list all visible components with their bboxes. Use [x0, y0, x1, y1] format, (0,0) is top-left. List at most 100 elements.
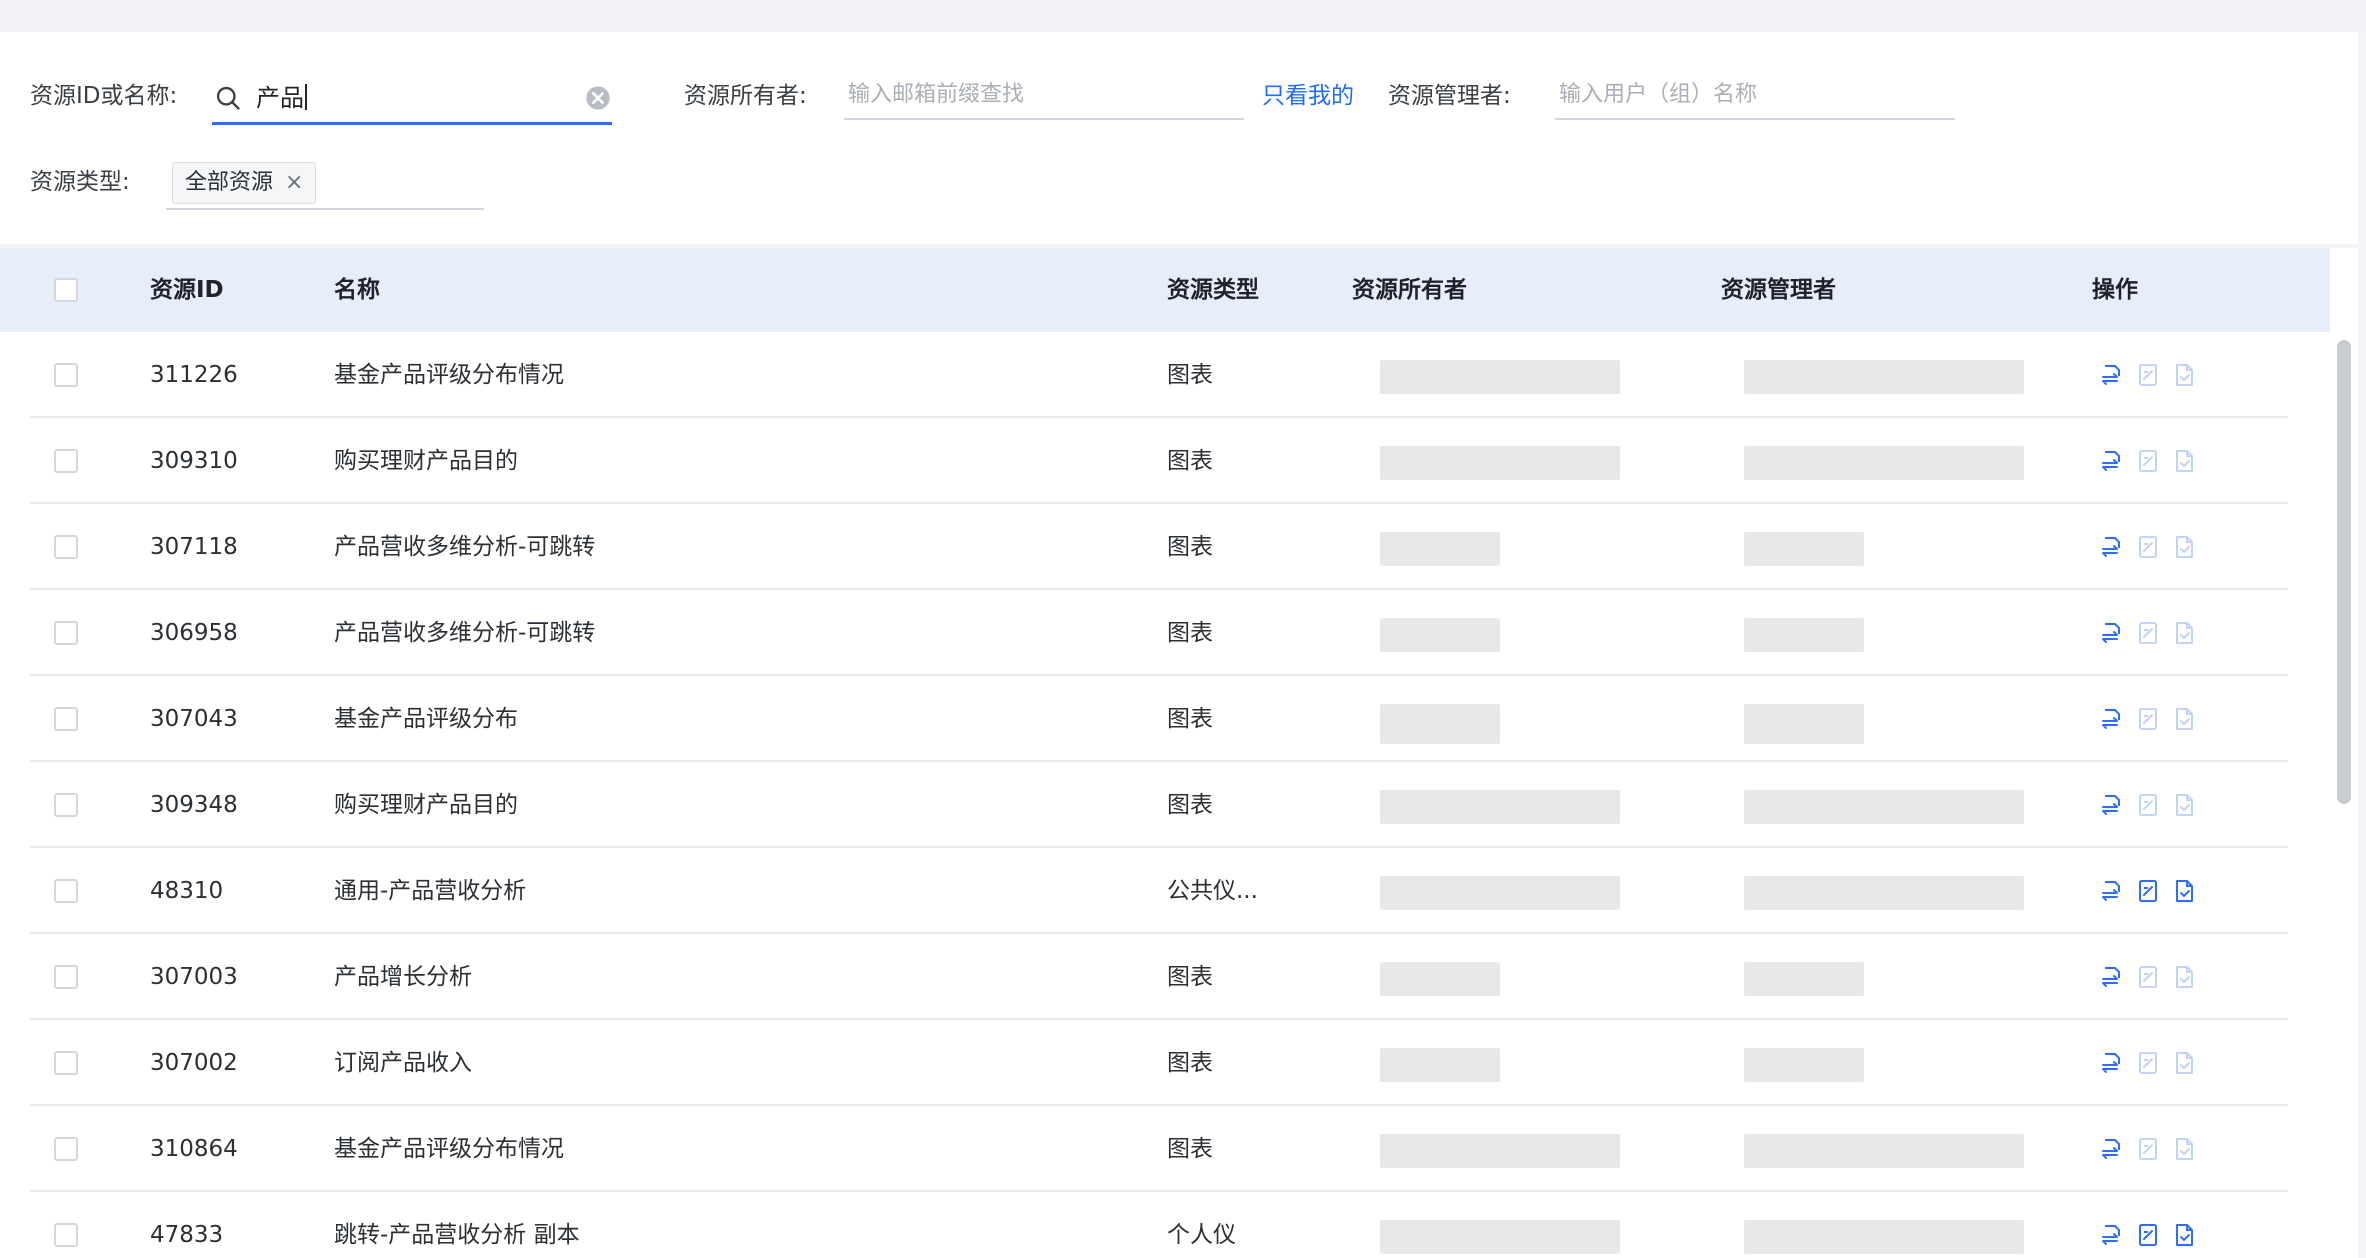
row-actions [2100, 448, 2196, 474]
document-icon[interactable] [2172, 1222, 2196, 1248]
table-row: 307002 订阅产品收入 图表 [0, 1020, 2330, 1106]
vertical-scrollbar[interactable] [2334, 334, 2354, 1258]
document-icon[interactable] [2172, 706, 2196, 732]
top-strip [0, 0, 2366, 32]
cell-type: 图表 [1167, 362, 1213, 388]
edit-permission-icon[interactable] [2136, 792, 2160, 818]
redacted-block [1380, 704, 1500, 744]
type-select[interactable]: 全部资源 × [166, 162, 484, 210]
document-icon[interactable] [2172, 1050, 2196, 1076]
row-checkbox[interactable] [54, 879, 78, 903]
cell-id: 307043 [150, 706, 238, 732]
cell-name: 产品营收多维分析-可跳转 [334, 620, 596, 646]
document-icon[interactable] [2172, 792, 2196, 818]
col-header-manager: 资源管理者 [1721, 277, 1836, 303]
col-header-type: 资源类型 [1167, 277, 1259, 303]
manager-input[interactable] [1555, 76, 1963, 120]
cell-id: 306958 [150, 620, 238, 646]
scrollbar-thumb[interactable] [2337, 340, 2351, 804]
redacted-block [1744, 1220, 2024, 1254]
cell-name: 基金产品评级分布情况 [334, 362, 564, 388]
document-icon[interactable] [2172, 964, 2196, 990]
table-row: 307003 产品增长分析 图表 [0, 934, 2330, 1020]
transfer-owner-icon[interactable] [2100, 362, 2124, 388]
only-mine-link[interactable]: 只看我的 [1262, 78, 1354, 114]
row-actions [2100, 792, 2196, 818]
redacted-block [1744, 1048, 1864, 1082]
transfer-owner-icon[interactable] [2100, 1050, 2124, 1076]
cell-name: 基金产品评级分布情况 [334, 1136, 564, 1162]
document-icon[interactable] [2172, 1136, 2196, 1162]
transfer-owner-icon[interactable] [2100, 1222, 2124, 1248]
col-header-owner: 资源所有者 [1352, 277, 1467, 303]
redacted-block [1744, 618, 1864, 652]
redacted-block [1380, 876, 1620, 910]
row-checkbox[interactable] [54, 965, 78, 989]
transfer-owner-icon[interactable] [2100, 706, 2124, 732]
row-checkbox[interactable] [54, 1223, 78, 1247]
edit-permission-icon[interactable] [2136, 1222, 2160, 1248]
cell-id: 311226 [150, 362, 238, 388]
edit-permission-icon[interactable] [2136, 362, 2160, 388]
row-checkbox[interactable] [54, 707, 78, 731]
redacted-block [1744, 1134, 2024, 1168]
edit-permission-icon[interactable] [2136, 1136, 2160, 1162]
edit-permission-icon[interactable] [2136, 1050, 2160, 1076]
cell-id: 307118 [150, 534, 238, 560]
table-row: 310864 基金产品评级分布情况 图表 [0, 1106, 2330, 1192]
cell-id: 310864 [150, 1136, 238, 1162]
cell-name: 产品增长分析 [334, 964, 472, 990]
document-icon[interactable] [2172, 362, 2196, 388]
row-checkbox[interactable] [54, 363, 78, 387]
edit-permission-icon[interactable] [2136, 620, 2160, 646]
type-tag: 全部资源 × [172, 162, 317, 204]
clear-circle-icon[interactable] [584, 84, 612, 112]
row-actions [2100, 1050, 2196, 1076]
transfer-owner-icon[interactable] [2100, 878, 2124, 904]
transfer-owner-icon[interactable] [2100, 620, 2124, 646]
row-actions [2100, 620, 2196, 646]
row-actions [2100, 362, 2196, 388]
edit-permission-icon[interactable] [2136, 534, 2160, 560]
row-checkbox[interactable] [54, 1051, 78, 1075]
edit-permission-icon[interactable] [2136, 448, 2160, 474]
transfer-owner-icon[interactable] [2100, 964, 2124, 990]
row-checkbox[interactable] [54, 535, 78, 559]
transfer-owner-icon[interactable] [2100, 792, 2124, 818]
select-all-checkbox[interactable] [54, 278, 78, 302]
document-icon[interactable] [2172, 620, 2196, 646]
cell-name: 跳转-产品营收分析 副本 [334, 1222, 580, 1248]
search-input[interactable]: 产品 [212, 80, 612, 125]
tag-close-icon[interactable]: × [285, 163, 303, 203]
type-label: 资源类型: [30, 169, 130, 195]
document-icon[interactable] [2172, 534, 2196, 560]
cell-type: 图表 [1167, 620, 1213, 646]
transfer-owner-icon[interactable] [2100, 1136, 2124, 1162]
document-icon[interactable] [2172, 448, 2196, 474]
transfer-owner-icon[interactable] [2100, 448, 2124, 474]
transfer-owner-icon[interactable] [2100, 534, 2124, 560]
resource-table: 资源ID 名称 资源类型 资源所有者 资源管理者 操作 311226 基金产品评级… [0, 248, 2358, 1258]
redacted-block [1380, 790, 1620, 824]
cell-type: 个人仪 [1167, 1222, 1236, 1248]
redacted-block [1744, 360, 2024, 394]
document-icon[interactable] [2172, 878, 2196, 904]
col-header-name: 名称 [334, 277, 380, 303]
cell-type: 图表 [1167, 1136, 1213, 1162]
table-row: 311226 基金产品评级分布情况 图表 [0, 332, 2330, 418]
cell-id: 307003 [150, 964, 238, 990]
row-checkbox[interactable] [54, 621, 78, 645]
owner-label: 资源所有者: [684, 83, 807, 109]
row-actions [2100, 706, 2196, 732]
row-checkbox[interactable] [54, 1137, 78, 1161]
owner-field[interactable] [844, 76, 1252, 112]
edit-permission-icon[interactable] [2136, 706, 2160, 732]
manager-field[interactable] [1555, 76, 1963, 112]
row-checkbox[interactable] [54, 449, 78, 473]
redacted-block [1380, 1134, 1620, 1168]
edit-permission-icon[interactable] [2136, 878, 2160, 904]
cell-name: 购买理财产品目的 [334, 448, 518, 474]
row-checkbox[interactable] [54, 793, 78, 817]
owner-input[interactable] [844, 76, 1252, 120]
edit-permission-icon[interactable] [2136, 964, 2160, 990]
